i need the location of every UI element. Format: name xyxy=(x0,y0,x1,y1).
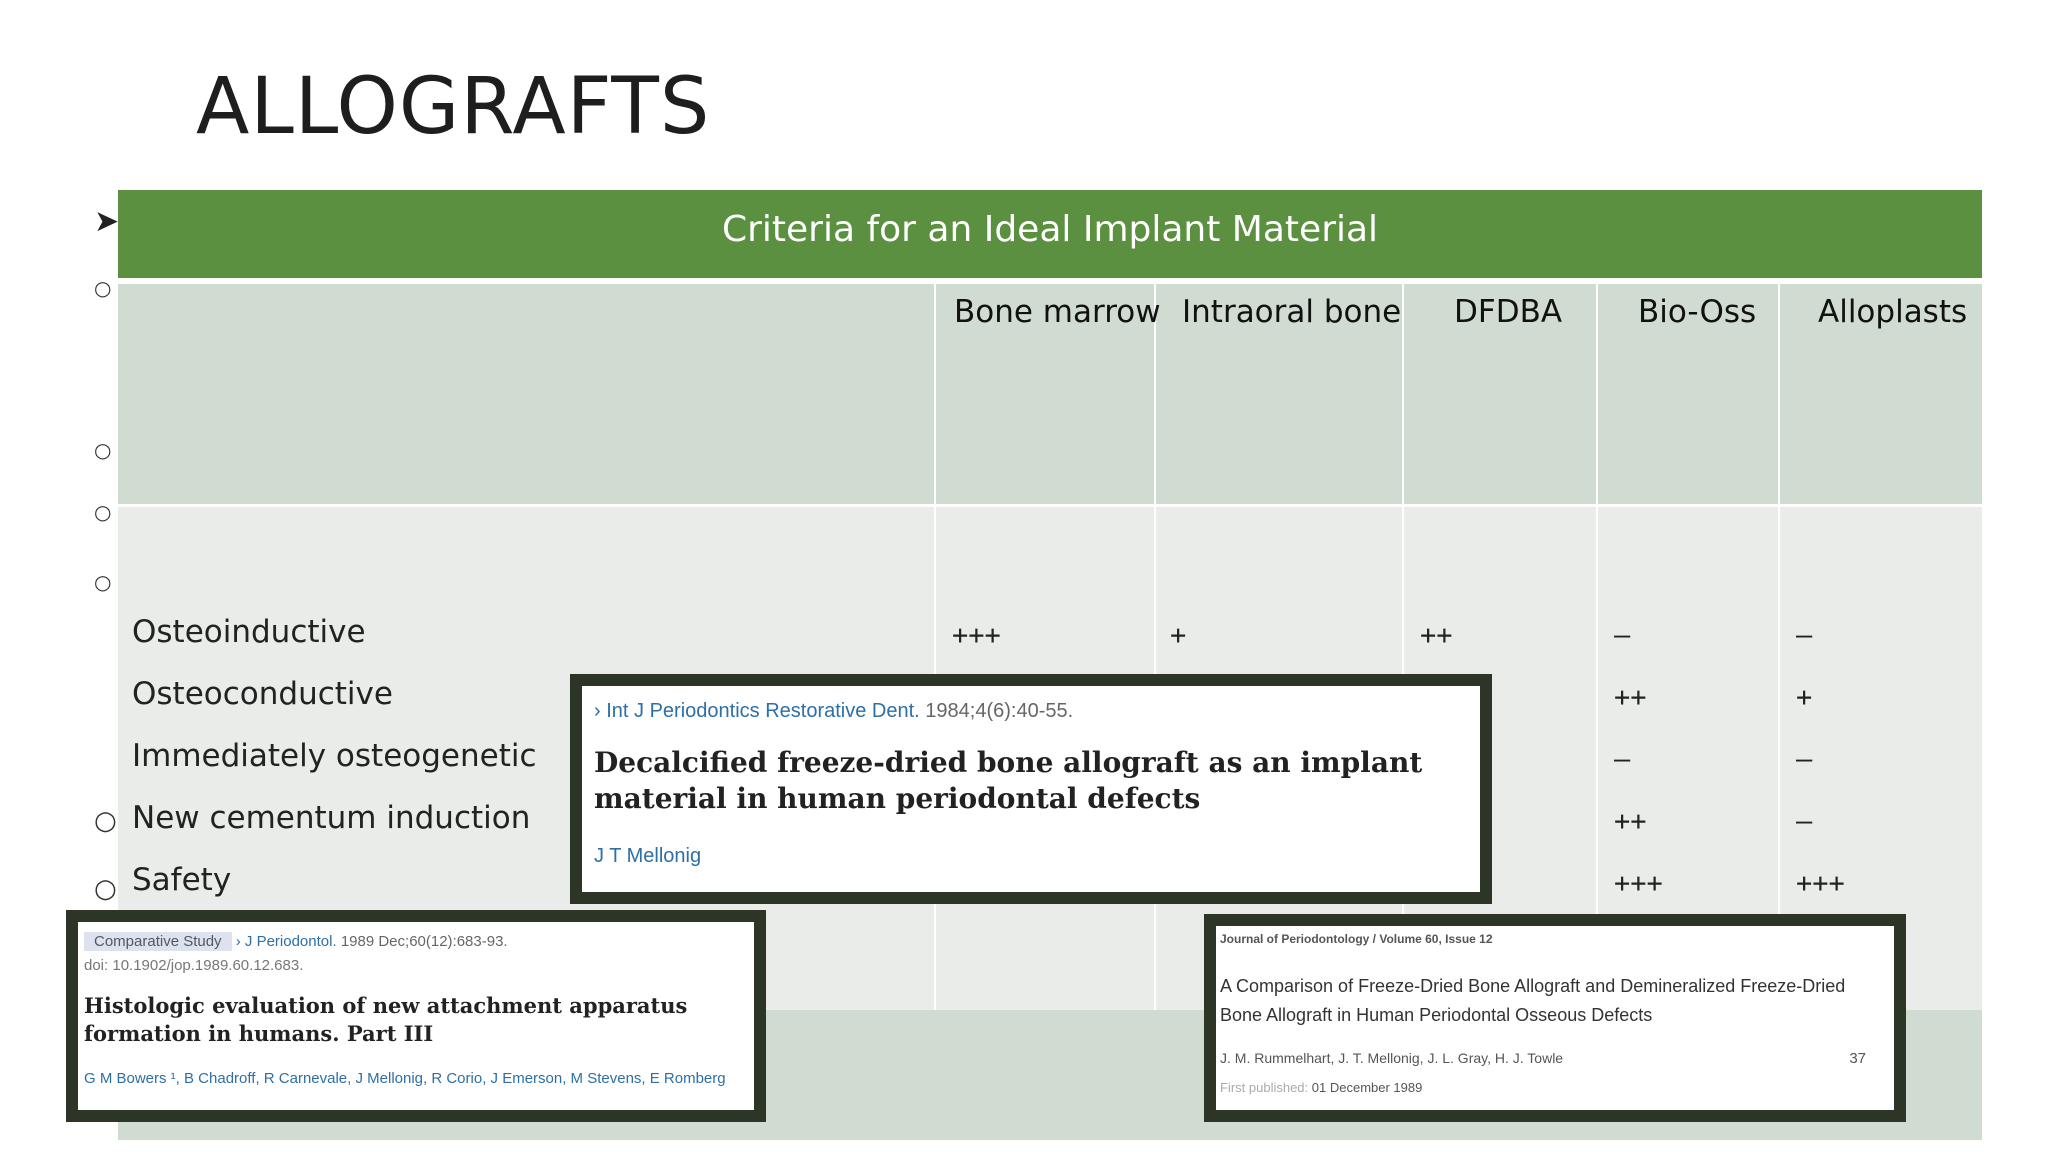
table-cell: ++ xyxy=(1420,620,1453,651)
circle-bullet-icon: ○ xyxy=(94,570,112,594)
article-heading[interactable]: Histologic evaluation of new attachment … xyxy=(84,992,748,1048)
circle-bullet-icon: ○ xyxy=(94,500,112,524)
row-label: Osteoinductive xyxy=(132,614,366,650)
author-link[interactable]: J T Mellonig xyxy=(594,845,1468,868)
table-cell: +++ xyxy=(952,620,1001,651)
table-cell: + xyxy=(1170,620,1187,651)
column-header-bone-marrow: Bone marrow xyxy=(954,294,1161,330)
row-label: Immediately osteogenetic xyxy=(132,738,537,774)
circle-bullet-icon: ○ xyxy=(94,438,112,462)
table-cell: – xyxy=(1796,744,1813,775)
circle-bullet-icon: ○ xyxy=(94,276,112,300)
journal-link[interactable]: Int J Periodontics Restorative Dent. xyxy=(606,700,919,722)
table-cell: – xyxy=(1796,620,1813,651)
chevron-right-icon: › xyxy=(594,700,601,722)
table-caption: Criteria for an Ideal Implant Material xyxy=(118,190,1982,278)
citation-text: 1984;4(6):40-55. xyxy=(925,700,1074,722)
chevron-right-icon: › xyxy=(235,933,241,950)
published-label: First published: xyxy=(1220,1080,1309,1095)
column-header-dfdba: DFDBA xyxy=(1454,294,1563,330)
author-links[interactable]: J. M. Rummelhart, J. T. Mellonig, J. L. … xyxy=(1220,1050,1563,1066)
table-cell: ++ xyxy=(1614,682,1647,713)
journal-issue-text: Journal of Periodontology / Volume 60, I… xyxy=(1220,932,1493,946)
circle-bullet-icon: ○ xyxy=(94,806,117,836)
row-label: Safety xyxy=(132,862,232,898)
journal-link[interactable]: J Periodontol. xyxy=(245,933,337,950)
row-label: Osteoconductive xyxy=(132,676,393,712)
table-cell: +++ xyxy=(1796,868,1845,899)
arrow-bullet-icon: ➤ xyxy=(94,205,120,238)
slide-title: ALLOGRAFTS xyxy=(196,62,711,152)
column-header-alloplasts: Alloplasts xyxy=(1818,294,1968,330)
slide-number: 37 xyxy=(1849,1050,1866,1067)
table-cell: ++ xyxy=(1614,806,1647,837)
table-cell: – xyxy=(1796,806,1813,837)
citation-card-rummelhart[interactable]: Journal of Periodontology / Volume 60, I… xyxy=(1204,914,1906,1122)
table-cell: – xyxy=(1614,744,1631,775)
published-date: 01 December 1989 xyxy=(1311,1080,1423,1095)
row-label: New cementum induction xyxy=(132,800,531,836)
article-heading[interactable]: Decalcified freeze-dried bone allograft … xyxy=(594,745,1468,817)
column-header-intraoral-bone: Intraoral bone xyxy=(1182,294,1402,330)
citation-card-mellonig[interactable]: › Int J Periodontics Restorative Dent. 1… xyxy=(570,674,1492,904)
study-type-badge: Comparative Study xyxy=(84,932,232,951)
citation-card-bowers[interactable]: Comparative Study › J Periodontol. 1989 … xyxy=(66,910,766,1122)
column-divider xyxy=(1778,284,1780,1010)
header-divider xyxy=(118,504,1982,507)
circle-bullet-icon: ○ xyxy=(94,874,117,904)
table-cell: +++ xyxy=(1614,868,1663,899)
citation-text: 1989 Dec;60(12):683-93. xyxy=(340,933,508,950)
column-header-bio-oss: Bio-Oss xyxy=(1638,294,1757,330)
article-heading[interactable]: A Comparison of Freeze-Dried Bone Allogr… xyxy=(1220,972,1890,1030)
author-links[interactable]: G M Bowers ¹, B Chadroff, R Carnevale, J… xyxy=(84,1070,748,1087)
doi-text: doi: 10.1902/jop.1989.60.12.683. xyxy=(84,957,304,974)
table-cell: + xyxy=(1796,682,1813,713)
column-divider xyxy=(1596,284,1598,1010)
table-cell: – xyxy=(1614,620,1631,651)
